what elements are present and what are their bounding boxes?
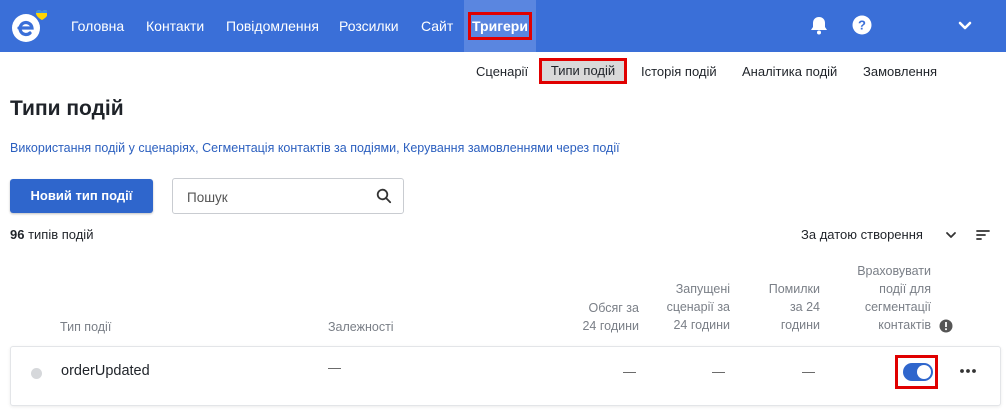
nav-site[interactable]: Сайт: [421, 0, 453, 52]
status-dot: [31, 368, 42, 379]
sort-select[interactable]: За датою створення: [801, 227, 923, 242]
event-type-name[interactable]: orderUpdated: [61, 363, 150, 379]
link-events-in-scenarios[interactable]: Використання подій у сценаріях: [10, 141, 195, 155]
errors-value: —: [802, 364, 815, 379]
search-input[interactable]: [187, 187, 377, 207]
table-row[interactable]: orderUpdated — — — —: [10, 346, 1001, 406]
nav-campaigns[interactable]: Розсилки: [339, 0, 399, 52]
help-icon[interactable]: ?: [851, 14, 873, 36]
link-orders-via-events[interactable]: Керування замовленнями через події: [403, 141, 620, 155]
nav-home[interactable]: Головна: [71, 0, 124, 52]
new-event-type-button[interactable]: Новий тип події: [10, 179, 153, 213]
count-label: типів подій: [24, 227, 94, 242]
column-header-volume: Обсяг за 24 години: [582, 299, 639, 335]
top-navbar: Головна Контакти Повідомлення Розсилки С…: [0, 0, 1006, 52]
header-line: події для: [879, 282, 931, 296]
header-line: години: [780, 318, 820, 332]
header-line: за 24: [789, 300, 820, 314]
link-separator: ,: [396, 141, 404, 155]
header-line: 24 години: [582, 319, 639, 333]
search-icon[interactable]: [376, 188, 392, 204]
segmentation-toggle[interactable]: [903, 363, 933, 381]
column-header-errors: Помилки за 24 години: [769, 280, 820, 334]
column-header-scenarios: Запущені сценарії за 24 години: [667, 280, 730, 334]
nav-contacts[interactable]: Контакти: [146, 0, 204, 52]
help-links: Використання подій у сценаріях, Сегмента…: [10, 141, 620, 155]
chevron-down-icon[interactable]: [954, 14, 976, 36]
header-line: Обсяг за: [588, 301, 639, 315]
toggle-knob: [917, 365, 931, 379]
header-line: сегментації: [864, 300, 931, 314]
subnav-event-types[interactable]: Типи подій: [539, 58, 627, 84]
volume-value: —: [623, 364, 636, 379]
segmentation-toggle-highlight[interactable]: [895, 355, 938, 389]
header-line: 24 години: [673, 318, 730, 332]
more-dots-icon[interactable]: [959, 367, 977, 375]
header-line: Враховувати: [857, 264, 931, 278]
header-line: контактів: [878, 318, 931, 332]
nav-messages[interactable]: Повідомлення: [226, 0, 319, 52]
nav-triggers[interactable]: Тригери: [464, 0, 536, 52]
page-title: Типи подій: [10, 97, 124, 120]
link-segmentation-by-events[interactable]: Сегментація контактів за подіями: [202, 141, 396, 155]
column-header-dependencies: Залежності: [328, 320, 394, 334]
scenarios-value: —: [712, 364, 725, 379]
column-header-segmentation: Враховувати події для сегментації контак…: [857, 262, 931, 334]
subnav-event-history[interactable]: Історія подій: [641, 62, 717, 82]
search-box: [172, 178, 404, 214]
header-line: сценарії за: [666, 300, 730, 314]
dependencies-value: —: [328, 360, 341, 375]
sort-lines-icon[interactable]: [975, 228, 991, 242]
subnav-orders[interactable]: Замовлення: [863, 62, 937, 82]
column-header-type: Тип події: [60, 320, 112, 334]
bell-icon[interactable]: [808, 14, 830, 36]
header-line: Помилки: [768, 282, 820, 296]
count-number: 96: [10, 227, 25, 242]
info-icon[interactable]: [939, 319, 953, 333]
nav-triggers-label: Тригери: [468, 12, 532, 40]
event-types-count: 96 типів подій: [10, 227, 93, 242]
header-line: Запущені: [675, 282, 730, 296]
subnav-scenarios[interactable]: Сценарії: [476, 62, 528, 82]
chevron-down-icon[interactable]: [944, 229, 958, 241]
svg-text:?: ?: [858, 18, 866, 33]
subnav-event-analytics[interactable]: Аналітика подій: [742, 62, 837, 82]
esputnik-logo[interactable]: [9, 6, 47, 44]
